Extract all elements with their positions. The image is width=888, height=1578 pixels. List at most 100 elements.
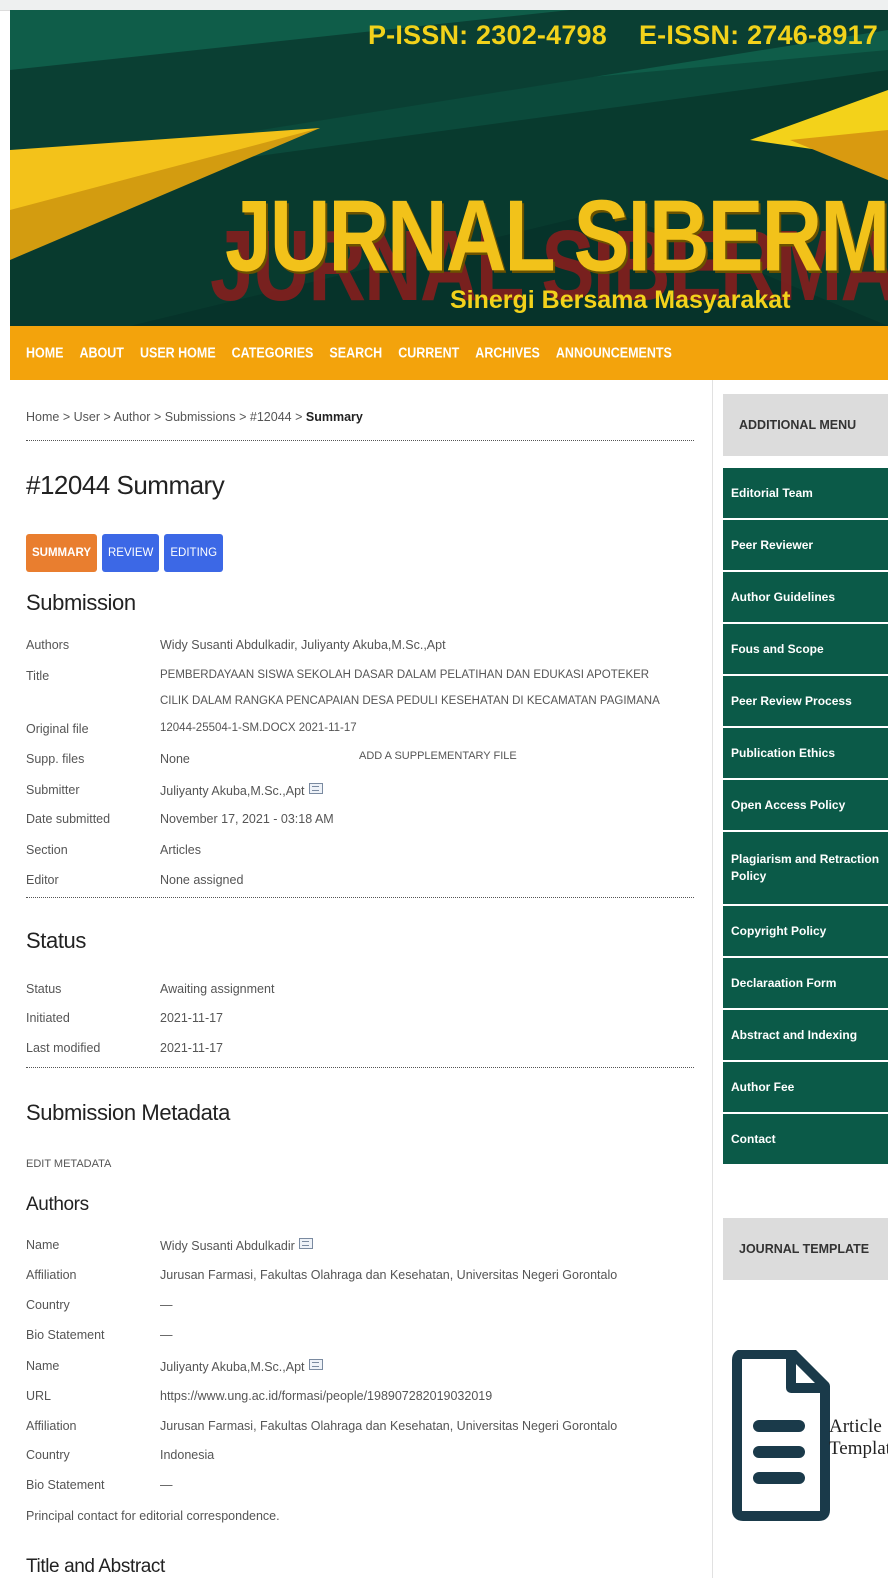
edit-metadata-link[interactable]: EDIT METADATA [26, 1158, 111, 1170]
author1-affiliation-label: Affiliation [26, 1268, 77, 1282]
nav-archives[interactable]: ARCHIVES [475, 345, 540, 361]
nav-search[interactable]: SEARCH [329, 345, 382, 361]
breadcrumb-submission-id[interactable]: #12044 [250, 410, 292, 424]
divider [26, 440, 694, 441]
title-label: Title [26, 669, 50, 683]
breadcrumb-separator: > [62, 410, 71, 424]
sidebar-item-declaration-form[interactable]: Declaraation Form [723, 958, 888, 1010]
author2-name-label: Name [26, 1359, 60, 1373]
initiated-value: 2021-11-17 [160, 1011, 224, 1025]
author2-url[interactable]: https://www.ung.ac.id/formasi/people/198… [160, 1389, 492, 1403]
submitter-value: Juliyanty Akuba,M.Sc.,Apt [160, 783, 323, 798]
submission-heading: Submission [26, 590, 136, 615]
sidebar-item-copyright-policy[interactable]: Copyright Policy [723, 906, 888, 958]
supp-files-value: None [160, 752, 190, 766]
section-value: Articles [160, 843, 201, 857]
tab-editing[interactable]: EDITING [164, 534, 224, 572]
sidebar-item-author-guidelines[interactable]: Author Guidelines [723, 572, 888, 624]
sidebar-item-editorial-team[interactable]: Editorial Team [723, 468, 888, 520]
author2-bio: — [160, 1478, 173, 1492]
main-content: Home > User > Author > Submissions > #12… [26, 380, 702, 1578]
add-supplementary-file-link[interactable]: ADD A SUPPLEMENTARY FILE [359, 750, 517, 762]
divider [26, 897, 694, 898]
nav-categories[interactable]: CATEGORIES [232, 345, 314, 361]
journal-title: JURNAL SIBERMAS [225, 179, 888, 292]
page: P-ISSN: 2302-4798 E-ISSN: 2746-8917 JURNA… [10, 10, 888, 1578]
original-file-label: Original file [26, 722, 89, 736]
sidebar-item-contact[interactable]: Contact [723, 1114, 888, 1166]
nav-home[interactable]: HOME [26, 345, 64, 361]
author1-bio: — [160, 1328, 173, 1342]
main-navigation: HOME ABOUT USER HOME CATEGORIES SEARCH C… [10, 326, 888, 380]
breadcrumb-author[interactable]: Author [114, 410, 151, 424]
tab-review[interactable]: REVIEW [102, 534, 160, 572]
breadcrumb-current: Summary [305, 410, 363, 424]
p-issn: P-ISSN: 2302-4798 [367, 20, 607, 50]
submitter-label: Submitter [26, 783, 80, 797]
author1-country: — [160, 1298, 173, 1312]
additional-menu-heading: ADDITIONAL MENU [723, 394, 888, 456]
sidebar: ADDITIONAL MENU Editorial Team Peer Revi… [712, 380, 888, 1578]
author2-country: Indonesia [160, 1448, 215, 1462]
breadcrumb-home[interactable]: Home [26, 410, 59, 424]
breadcrumb-user[interactable]: User [74, 410, 100, 424]
email-icon[interactable] [298, 1238, 313, 1249]
template-label-line1: Article [829, 1416, 882, 1437]
title-value: PEMBERDAYAAN SISWA SEKOLAH DASAR DALAM P… [160, 669, 660, 707]
sidebar-item-author-fee[interactable]: Author Fee [723, 1062, 888, 1114]
author2-affiliation-label: Affiliation [26, 1419, 77, 1433]
authors-label: Authors [26, 638, 70, 652]
section-label: Section [26, 843, 68, 857]
breadcrumb-separator: > [239, 410, 247, 424]
template-label-line2: Template [829, 1438, 888, 1459]
nav-user-home[interactable]: USER HOME [140, 345, 216, 361]
status-value: Awaiting assignment [160, 982, 275, 996]
last-modified-value: 2021-11-17 [160, 1041, 224, 1055]
nav-announcements[interactable]: ANNOUNCEMENTS [556, 345, 672, 361]
author1-bio-label: Bio Statement [26, 1328, 105, 1342]
sidebar-item-publication-ethics[interactable]: Publication Ethics [723, 728, 888, 780]
journal-banner: P-ISSN: 2302-4798 E-ISSN: 2746-8917 JURNA… [10, 10, 888, 326]
authors-value: Widy Susanti Abdulkadir, Juliyanty Akuba… [160, 638, 446, 652]
email-icon[interactable] [308, 783, 323, 794]
author1-name-label: Name [26, 1238, 60, 1252]
sidebar-item-abstract-and-indexing[interactable]: Abstract and Indexing [723, 1010, 888, 1062]
email-icon[interactable] [308, 1359, 323, 1370]
author1-affiliation: Jurusan Farmasi, Fakultas Olahraga dan K… [160, 1268, 618, 1282]
divider [26, 1067, 694, 1068]
author1-country-label: Country [26, 1298, 70, 1312]
title-and-abstract-heading: Title and Abstract [26, 1556, 165, 1577]
nav-current[interactable]: CURRENT [398, 345, 459, 361]
nav-about[interactable]: ABOUT [80, 345, 124, 361]
tab-summary[interactable]: SUMMARY [26, 534, 97, 572]
author2-country-label: Country [26, 1448, 70, 1462]
sidebar-item-open-access-policy[interactable]: Open Access Policy [723, 780, 888, 832]
supp-files-label: Supp. files [26, 752, 85, 766]
author1-name-text: Widy Susanti Abdulkadir [160, 1239, 295, 1253]
sidebar-item-focus-and-scope[interactable]: Fous and Scope [723, 624, 888, 676]
editor-label: Editor [26, 873, 59, 887]
author2-affiliation: Jurusan Farmasi, Fakultas Olahraga dan K… [160, 1419, 618, 1433]
journal-tagline: Sinergi Bersama Masyarakat [450, 286, 791, 314]
initiated-label: Initiated [26, 1011, 70, 1025]
sidebar-item-peer-review-process[interactable]: Peer Review Process [723, 676, 888, 728]
journal-template-heading: JOURNAL TEMPLATE [723, 1218, 888, 1280]
original-file-link[interactable]: 12044-25504-1-SM.DOCX 2021-11-17 [160, 722, 357, 734]
submission-tabs: SUMMARY REVIEW EDITING [26, 534, 224, 572]
author2-name: Juliyanty Akuba,M.Sc.,Apt [160, 1359, 323, 1374]
article-template-icon[interactable]: Article Template [729, 1350, 888, 1530]
breadcrumb-submissions[interactable]: Submissions [165, 410, 236, 424]
breadcrumb-separator: > [153, 410, 162, 424]
sidebar-item-peer-reviewer[interactable]: Peer Reviewer [723, 520, 888, 572]
principal-contact-note: Principal contact for editorial correspo… [26, 1509, 280, 1523]
author2-name-text: Juliyanty Akuba,M.Sc.,Apt [160, 1360, 305, 1374]
submitter-name: Juliyanty Akuba,M.Sc.,Apt [160, 784, 305, 798]
status-label: Status [26, 982, 62, 996]
authors-heading: Authors [26, 1194, 89, 1215]
date-submitted-value: November 17, 2021 - 03:18 AM [160, 812, 334, 826]
author2-url-label: URL [26, 1389, 52, 1403]
sidebar-item-plagiarism-policy[interactable]: Plagiarism and Retraction Policy [723, 832, 888, 906]
submission-metadata-heading: Submission Metadata [26, 1100, 230, 1125]
status-heading: Status [26, 928, 86, 953]
author2-bio-label: Bio Statement [26, 1478, 105, 1492]
